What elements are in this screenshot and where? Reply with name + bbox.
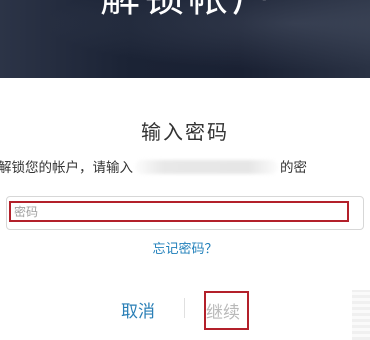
header-title: 解锁帐户 bbox=[100, 0, 276, 22]
image-edge-artifact bbox=[352, 290, 370, 340]
dialog-title: 输入密码 bbox=[141, 120, 229, 144]
cancel-button[interactable]: 取消 bbox=[121, 297, 155, 322]
password-input[interactable] bbox=[9, 201, 349, 222]
button-divider bbox=[184, 298, 185, 318]
dialog-message: 解锁您的帐户，请输入 的密 bbox=[0, 156, 307, 176]
message-text-start: 解锁您的帐户，请输入 bbox=[0, 160, 133, 176]
redacted-email bbox=[135, 160, 278, 174]
forgot-password-link[interactable]: 忘记密码？ bbox=[0, 238, 370, 257]
continue-button[interactable]: 继续 bbox=[206, 298, 240, 323]
header-banner: 解锁帐户 bbox=[0, 0, 370, 78]
message-text-end: 的密 bbox=[280, 160, 307, 176]
unlock-account-screen: 解锁帐户 输入密码 解锁您的帐户，请输入 的密 忘记密码？ 取消 继续 bbox=[0, 0, 370, 340]
